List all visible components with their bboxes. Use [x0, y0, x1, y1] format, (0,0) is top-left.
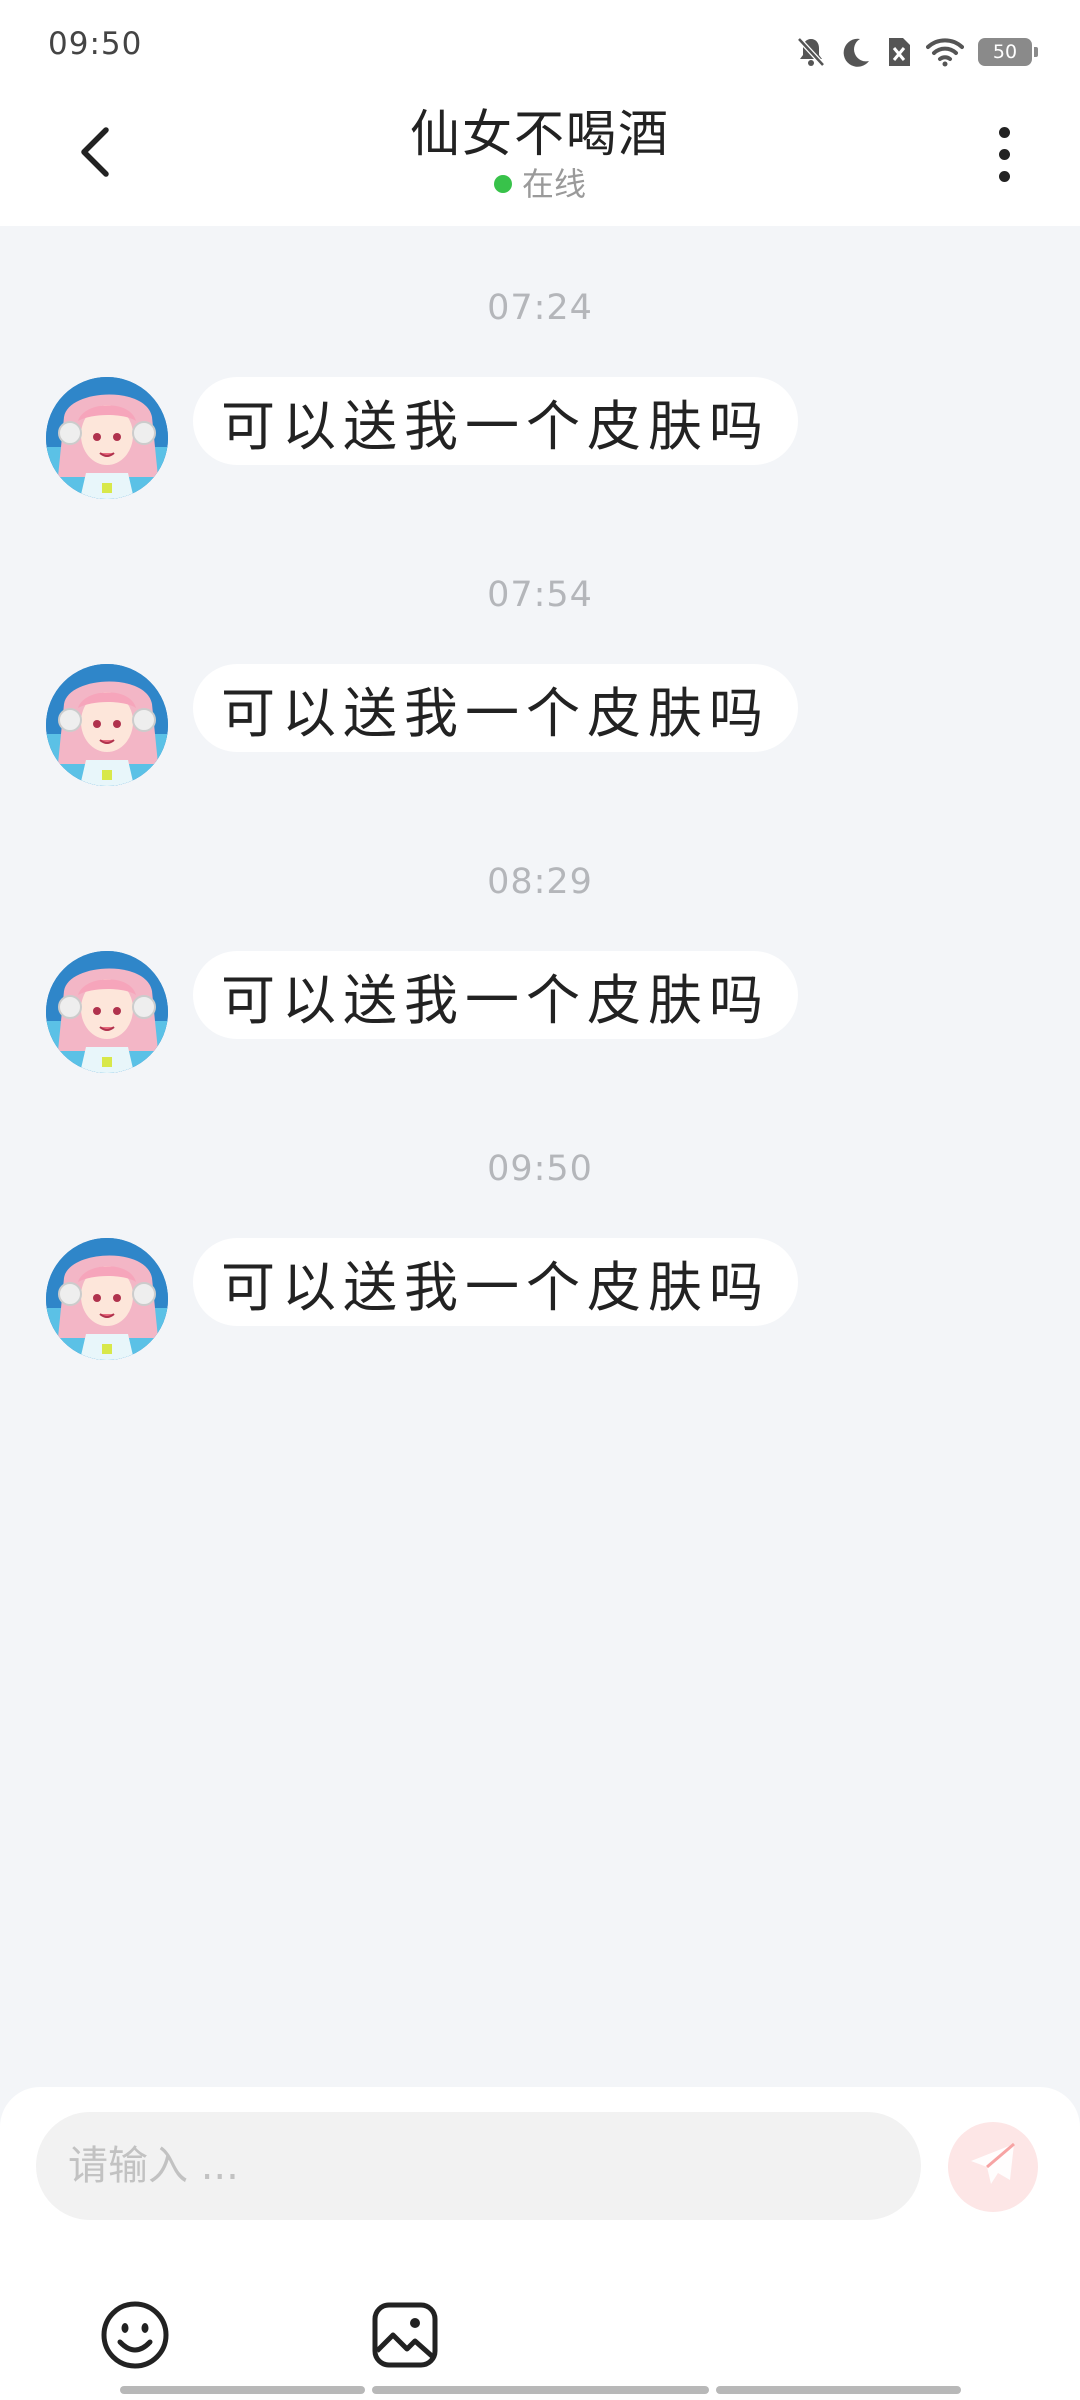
chat-header: 仙女不喝酒 在线: [0, 96, 1080, 226]
avatar[interactable]: [46, 1238, 168, 1360]
message-timestamp: 07:24: [487, 288, 593, 328]
message-bubble[interactable]: 可以送我一个皮肤吗: [193, 1238, 798, 1326]
more-options-button[interactable]: [968, 118, 1040, 190]
emoji-icon: [99, 2299, 171, 2375]
sim-off-icon: [886, 36, 912, 68]
wifi-icon: [926, 37, 964, 67]
message-bubble[interactable]: 可以送我一个皮肤吗: [193, 951, 798, 1039]
dot: [998, 126, 1010, 138]
chat-screen: 09:50 50 仙女不喝酒 在线 07:24 可以送我一个皮肤吗 07:54 …: [0, 0, 1080, 2400]
page-title: 仙女不喝酒: [410, 105, 670, 163]
message-item: 08:29 可以送我一个皮肤吗: [0, 800, 1080, 1073]
message-bubble[interactable]: 可以送我一个皮肤吗: [193, 377, 798, 465]
status-icons: 50: [796, 32, 1038, 72]
avatar[interactable]: [46, 951, 168, 1073]
presence-status: 在线: [240, 164, 840, 204]
dot: [998, 170, 1010, 182]
message-timestamp: 09:50: [487, 1149, 593, 1189]
gesture-bar: [372, 2386, 709, 2394]
moon-icon: [840, 36, 872, 68]
status-time: 09:50: [48, 26, 143, 62]
message-item: 07:54 可以送我一个皮肤吗: [0, 513, 1080, 786]
message-timestamp: 08:29: [487, 862, 593, 902]
avatar[interactable]: [46, 377, 168, 499]
avatar[interactable]: [46, 664, 168, 786]
battery-icon: 50: [978, 38, 1038, 66]
back-button[interactable]: [60, 118, 132, 190]
message-timestamp: 07:54: [487, 575, 593, 615]
chevron-left-icon: [76, 124, 116, 184]
gesture-bar: [716, 2386, 961, 2394]
bell-muted-icon: [796, 36, 826, 68]
emoji-button[interactable]: [97, 2299, 173, 2375]
message-item: 09:50 可以送我一个皮肤吗: [0, 1087, 1080, 1360]
message-bubble[interactable]: 可以送我一个皮肤吗: [193, 664, 798, 752]
image-button[interactable]: [367, 2299, 443, 2375]
send-button[interactable]: [948, 2122, 1038, 2212]
message-item: 07:24 可以送我一个皮肤吗: [0, 226, 1080, 499]
status-bar: 09:50 50: [0, 0, 1080, 96]
paper-plane-icon: [967, 2139, 1019, 2195]
message-composer: [0, 2087, 1080, 2400]
online-dot-icon: [493, 175, 512, 193]
gesture-bar: [120, 2386, 365, 2394]
dot: [998, 148, 1010, 160]
title-block: 仙女不喝酒 在线: [240, 102, 840, 204]
presence-label: 在线: [521, 165, 586, 203]
message-input[interactable]: [36, 2112, 921, 2220]
image-icon: [371, 2301, 439, 2373]
